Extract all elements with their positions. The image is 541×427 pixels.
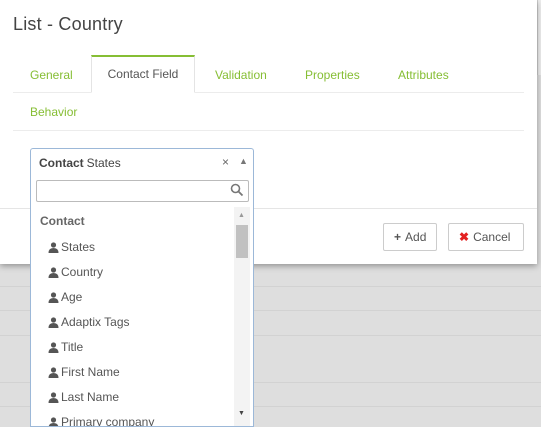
user-icon [48, 267, 59, 278]
tab-bar: General Contact Field Validation Propert… [13, 55, 524, 131]
search-icon [230, 183, 244, 197]
user-icon [48, 417, 59, 426]
scroll-up-icon[interactable]: ▲ [238, 212, 245, 219]
option-label: Title [61, 340, 84, 354]
cancel-button[interactable]: ✖ Cancel [448, 223, 524, 251]
option-label: Country [61, 265, 104, 279]
user-icon [48, 392, 59, 403]
list-item[interactable]: First Name [48, 362, 120, 382]
list-item[interactable]: Title [48, 337, 83, 357]
list-item[interactable]: Primary company [48, 412, 155, 427]
option-label: States [61, 240, 96, 254]
scroll-down-icon[interactable]: ▼ [238, 410, 245, 417]
scrollbar-thumb[interactable] [236, 225, 248, 258]
page-scrollbar[interactable] [537, 0, 541, 75]
plus-icon: + [394, 230, 402, 244]
user-icon [48, 242, 59, 253]
user-icon [48, 342, 59, 353]
option-label: Adaptix Tags [61, 315, 130, 329]
option-label: Primary company [61, 415, 155, 427]
list-item[interactable]: Country [48, 262, 103, 282]
contact-field-select[interactable]: Contact States × ▲ [30, 148, 254, 177]
add-button-label: Add [405, 230, 427, 244]
user-icon [48, 367, 59, 378]
chevron-up-icon[interactable]: ▲ [239, 156, 248, 166]
divider [13, 92, 524, 93]
selected-option: States [86, 156, 121, 170]
selected-value: Contact States [39, 156, 121, 170]
modal-title: List - Country [13, 14, 123, 34]
option-label: Last Name [61, 390, 120, 404]
tab-attributes[interactable]: Attributes [386, 56, 461, 92]
cancel-button-label: Cancel [473, 230, 511, 244]
list-item[interactable]: Last Name [48, 387, 119, 407]
option-label: Age [61, 290, 83, 304]
list-item[interactable]: Age [48, 287, 82, 307]
clear-icon[interactable]: × [222, 155, 229, 169]
tab-contact-field[interactable]: Contact Field [91, 55, 195, 93]
search-input[interactable] [36, 180, 249, 202]
add-button[interactable]: + Add [383, 223, 438, 251]
option-label: First Name [61, 365, 120, 379]
tab-properties[interactable]: Properties [293, 56, 372, 92]
tab-general[interactable]: General [18, 56, 85, 92]
select-dropdown: Contact States Country Age Adaptix Tags … [30, 176, 254, 427]
close-icon: ✖ [459, 230, 470, 244]
dropdown-scrollbar[interactable]: ▲ ▼ [234, 207, 250, 426]
user-icon [48, 317, 59, 328]
tab-validation[interactable]: Validation [203, 56, 279, 92]
user-icon [48, 292, 59, 303]
list-item[interactable]: States [48, 237, 95, 257]
tab-behavior[interactable]: Behavior [18, 93, 89, 129]
option-group-label: Contact [40, 214, 85, 228]
selected-group: Contact [39, 156, 84, 170]
list-item[interactable]: Adaptix Tags [48, 312, 130, 332]
